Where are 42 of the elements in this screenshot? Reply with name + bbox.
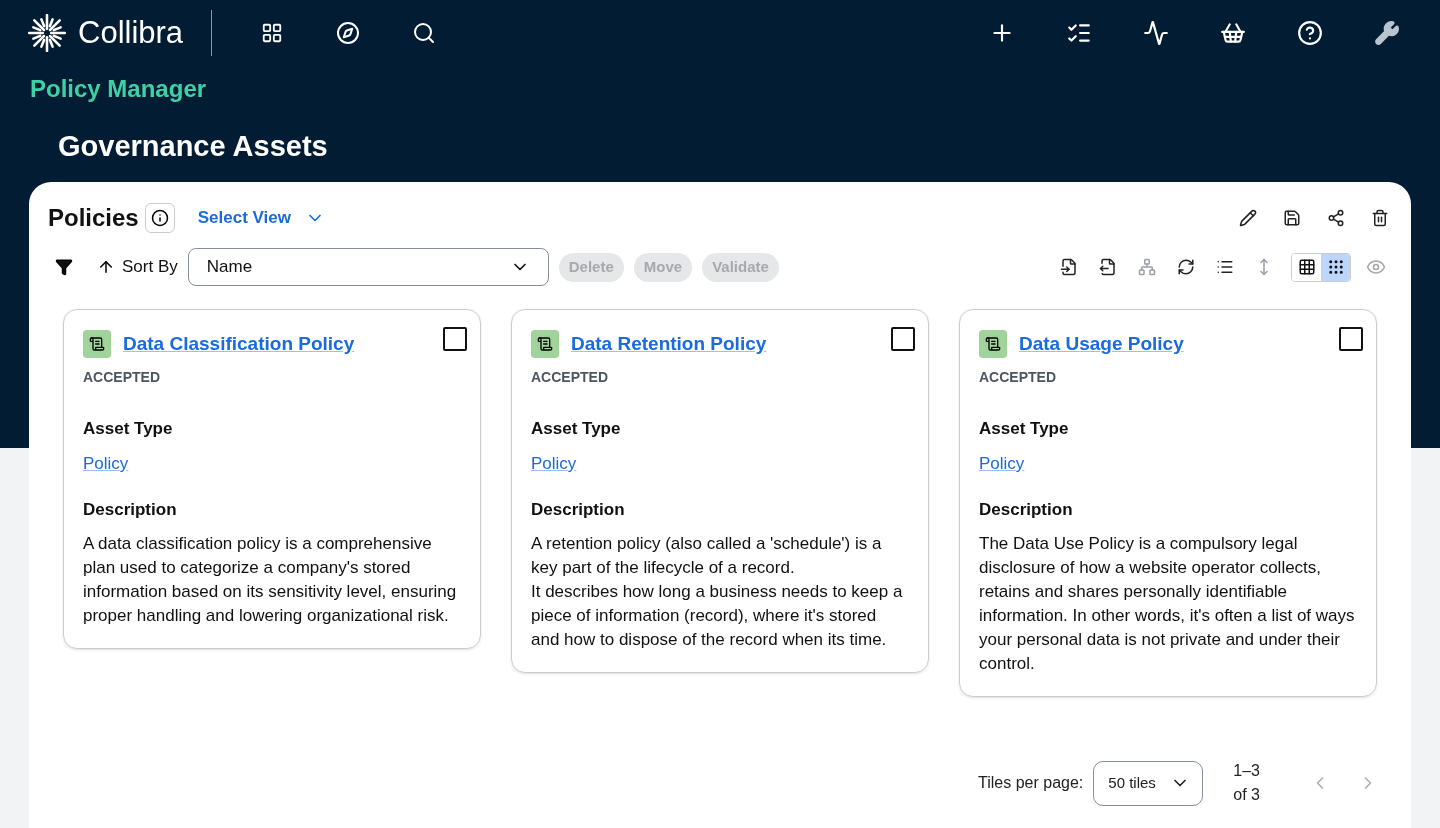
tile-view-button[interactable]: [1321, 253, 1350, 281]
description-label: Description: [531, 498, 626, 521]
asset-type-link[interactable]: Policy: [83, 451, 129, 477]
status-label: ACCEPTED: [83, 367, 161, 387]
sort-dropdown[interactable]: Name: [187, 248, 549, 286]
info-icon: [150, 209, 169, 227]
card-checkbox[interactable]: [1339, 327, 1363, 352]
asset-type-label: Asset Type: [83, 417, 174, 440]
card-title-link[interactable]: Data Classification Policy: [123, 330, 355, 359]
asset-type-link[interactable]: Policy: [979, 451, 1025, 477]
card-checkbox[interactable]: [443, 327, 467, 352]
description-text: A data classification policy is a comprehensive plan used to categorize a company's stored information based on its sensitivity level, ensuring proper handling and lowering organizational risk.: [83, 533, 458, 627]
asset-type-link[interactable]: Policy: [531, 451, 577, 477]
select-view-dropdown[interactable]: Select View: [197, 205, 325, 231]
table-grid-icon: [1297, 258, 1316, 276]
card-title-link[interactable]: Data Usage Policy: [1019, 330, 1184, 359]
description-text: The Data Use Policy is a compulsory legal disclosure of how a website operator collects, retains and shares personally identifiable information. In other words, it's often a list of ways your personal data is not private and under their control.: [979, 533, 1356, 675]
page-total: of 3: [1233, 785, 1260, 805]
policy-icon: [979, 330, 1007, 359]
page-range: 1–3: [1233, 761, 1260, 781]
logo-icon: [28, 14, 66, 52]
tiles-per-page-label: Tiles per page:: [978, 773, 1084, 793]
card-checkbox[interactable]: [891, 327, 915, 352]
policy-icon: [531, 330, 559, 359]
asset-type-label: Asset Type: [531, 417, 622, 440]
sort-label: Sort By: [122, 256, 178, 279]
status-label: ACCEPTED: [979, 367, 1057, 387]
policy-icon: [83, 330, 111, 359]
card-title-link[interactable]: Data Retention Policy: [571, 330, 767, 359]
section-title: Policy Manager: [30, 74, 207, 104]
dots-grid-icon: [1326, 258, 1345, 276]
description-text: A retention policy (also called a 'schedule') is a key part of the lifecycle of a record. It describes how long a business needs to keep a piece of information (record), where it's stored and how to dispose of the record when its time.: [531, 533, 904, 651]
page-title: Governance Assets: [58, 129, 328, 165]
description-label: Description: [83, 498, 178, 521]
panel-title: Policies: [48, 203, 139, 233]
tiles-per-page-dropdown[interactable]: 50 tiles: [1093, 760, 1204, 806]
brand-name: Collibra: [78, 13, 184, 52]
filter-icon[interactable]: [54, 257, 74, 277]
status-label: ACCEPTED: [531, 367, 609, 387]
asset-type-label: Asset Type: [979, 417, 1070, 440]
description-label: Description: [979, 498, 1074, 521]
info-button[interactable]: [144, 203, 175, 233]
